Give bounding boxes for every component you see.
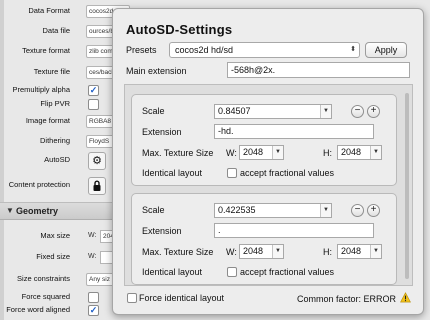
width-value: 2048 bbox=[243, 246, 264, 256]
data-file-label: Data file bbox=[42, 26, 70, 35]
geometry-section-title: Geometry bbox=[16, 206, 59, 216]
main-extension-field[interactable]: -568h@2x. bbox=[227, 62, 410, 78]
identical-layout-label: Identical layout bbox=[142, 168, 203, 178]
width-label: W: bbox=[226, 148, 237, 158]
scale-value: 0.422535 bbox=[218, 205, 256, 215]
extension-label: Extension bbox=[142, 127, 182, 137]
select-arrows-icon: ⬍ bbox=[350, 46, 356, 53]
main-extension-label: Main extension bbox=[126, 66, 187, 76]
size-constraints-row: Size constraints Any siz bbox=[0, 272, 120, 286]
popover-title: AutoSD-Settings bbox=[126, 22, 233, 37]
content-protection-row: Content protection bbox=[0, 177, 120, 195]
chevron-down-icon: ▼ bbox=[320, 105, 331, 118]
dithering-label: Dithering bbox=[39, 136, 70, 145]
width-label: W: bbox=[226, 247, 237, 257]
chevron-down-icon: ▼ bbox=[6, 206, 14, 215]
force-identical-label: Force identical layout bbox=[139, 293, 225, 303]
scale-value: 0.84507 bbox=[218, 106, 251, 116]
height-value: 2048 bbox=[341, 246, 362, 256]
autosd-row: AutoSD ⚙ bbox=[0, 152, 120, 170]
gear-icon[interactable]: ⚙ bbox=[88, 152, 106, 170]
chevron-down-icon: ▼ bbox=[272, 146, 283, 159]
image-format-label: Image format bbox=[25, 116, 70, 125]
remove-variant-button[interactable]: − bbox=[351, 105, 364, 118]
flip-pvr-label: Flip PVR bbox=[40, 99, 70, 108]
fractional-label: accept fractional values bbox=[240, 168, 335, 178]
force-identical-checkbox[interactable] bbox=[127, 293, 137, 303]
data-format-row: Data Format cocos2d bbox=[0, 4, 130, 18]
fractional-checkbox[interactable] bbox=[227, 267, 237, 277]
presets-select[interactable]: cocos2d hd/sd ⬍ bbox=[169, 42, 360, 58]
width-value: 2048 bbox=[243, 147, 264, 157]
max-size-w-label: W: bbox=[88, 232, 97, 239]
chevron-down-icon: ▼ bbox=[320, 204, 331, 217]
variant-list: Scale 0.84507 ▼ − + Extension -hd. Max. … bbox=[124, 84, 413, 286]
width-combo[interactable]: 2048 ▼ bbox=[239, 145, 284, 160]
texture-format-label: Texture format bbox=[22, 46, 70, 55]
max-texture-size-label: Max. Texture Size bbox=[142, 148, 214, 158]
texture-file-row: Texture file ces/back bbox=[0, 65, 130, 79]
presets-label: Presets bbox=[126, 45, 157, 55]
width-combo[interactable]: 2048 ▼ bbox=[239, 244, 284, 259]
add-variant-button[interactable]: + bbox=[367, 204, 380, 217]
apply-button[interactable]: Apply bbox=[365, 42, 407, 58]
presets-value: cocos2d hd/sd bbox=[175, 45, 234, 55]
extension-field[interactable]: -hd. bbox=[214, 124, 374, 139]
data-file-row: Data file ources/ba bbox=[0, 24, 130, 38]
geometry-section-header[interactable]: ▼ Geometry bbox=[0, 202, 120, 220]
scale-label: Scale bbox=[142, 106, 165, 116]
texture-file-label: Texture file bbox=[33, 67, 70, 76]
add-variant-button[interactable]: + bbox=[367, 105, 380, 118]
force-word-aligned-label: Force word aligned bbox=[6, 305, 70, 314]
premultiply-alpha-row: Premultiply alpha ✓ bbox=[0, 83, 120, 97]
extension-field[interactable]: . bbox=[214, 223, 374, 238]
variant-list-scrollbar[interactable] bbox=[405, 93, 409, 279]
fixed-size-w-label: W: bbox=[88, 253, 97, 260]
lock-icon[interactable] bbox=[88, 177, 106, 195]
force-word-aligned-row: Force word aligned ✓ bbox=[0, 303, 120, 317]
identical-layout-label: Identical layout bbox=[142, 267, 203, 277]
common-factor-status: Common factor: ERROR bbox=[297, 294, 397, 304]
flip-pvr-checkbox[interactable] bbox=[88, 99, 99, 110]
variant-card: Scale 0.84507 ▼ − + Extension -hd. Max. … bbox=[131, 94, 397, 186]
chevron-down-icon: ▼ bbox=[370, 245, 381, 258]
remove-variant-button[interactable]: − bbox=[351, 204, 364, 217]
variant-card: Scale 0.422535 ▼ − + Extension . Max. Te… bbox=[131, 193, 397, 285]
force-squared-label: Force squared bbox=[21, 292, 70, 301]
scale-label: Scale bbox=[142, 205, 165, 215]
height-combo[interactable]: 2048 ▼ bbox=[337, 145, 382, 160]
data-format-label: Data Format bbox=[28, 6, 70, 15]
autosd-label: AutoSD bbox=[44, 155, 70, 164]
max-size-row: Max size W: 204 bbox=[0, 229, 122, 243]
texture-format-row: Texture format zlib com bbox=[0, 44, 130, 58]
chevron-down-icon: ▼ bbox=[370, 146, 381, 159]
fixed-size-label: Fixed size bbox=[36, 252, 70, 261]
size-constraints-label: Size constraints bbox=[17, 274, 70, 283]
premultiply-alpha-checkbox[interactable]: ✓ bbox=[88, 85, 99, 96]
fixed-size-row: Fixed size W: bbox=[0, 250, 122, 264]
max-texture-size-label: Max. Texture Size bbox=[142, 247, 214, 257]
scale-combo[interactable]: 0.84507 ▼ bbox=[214, 104, 332, 119]
force-squared-checkbox[interactable] bbox=[88, 292, 99, 303]
image-format-row: Image format RGBA8 bbox=[0, 114, 130, 128]
flip-pvr-row: Flip PVR bbox=[0, 97, 120, 111]
max-size-label: Max size bbox=[40, 231, 70, 240]
autosd-settings-popover: AutoSD-Settings Presets cocos2d hd/sd ⬍ … bbox=[112, 8, 424, 315]
height-value: 2048 bbox=[341, 147, 362, 157]
chevron-down-icon: ▼ bbox=[272, 245, 283, 258]
height-label: H: bbox=[323, 148, 332, 158]
fractional-label: accept fractional values bbox=[240, 267, 335, 277]
force-squared-row: Force squared bbox=[0, 290, 120, 304]
force-word-aligned-checkbox[interactable]: ✓ bbox=[88, 305, 99, 316]
fractional-checkbox[interactable] bbox=[227, 168, 237, 178]
extension-label: Extension bbox=[142, 226, 182, 236]
height-combo[interactable]: 2048 ▼ bbox=[337, 244, 382, 259]
premultiply-alpha-label: Premultiply alpha bbox=[12, 85, 70, 94]
warning-icon bbox=[400, 292, 411, 303]
content-protection-label: Content protection bbox=[8, 180, 70, 189]
dithering-row: Dithering FloydS bbox=[0, 134, 130, 148]
height-label: H: bbox=[323, 247, 332, 257]
scale-combo[interactable]: 0.422535 ▼ bbox=[214, 203, 332, 218]
size-constraints-select[interactable]: Any siz bbox=[86, 273, 114, 286]
